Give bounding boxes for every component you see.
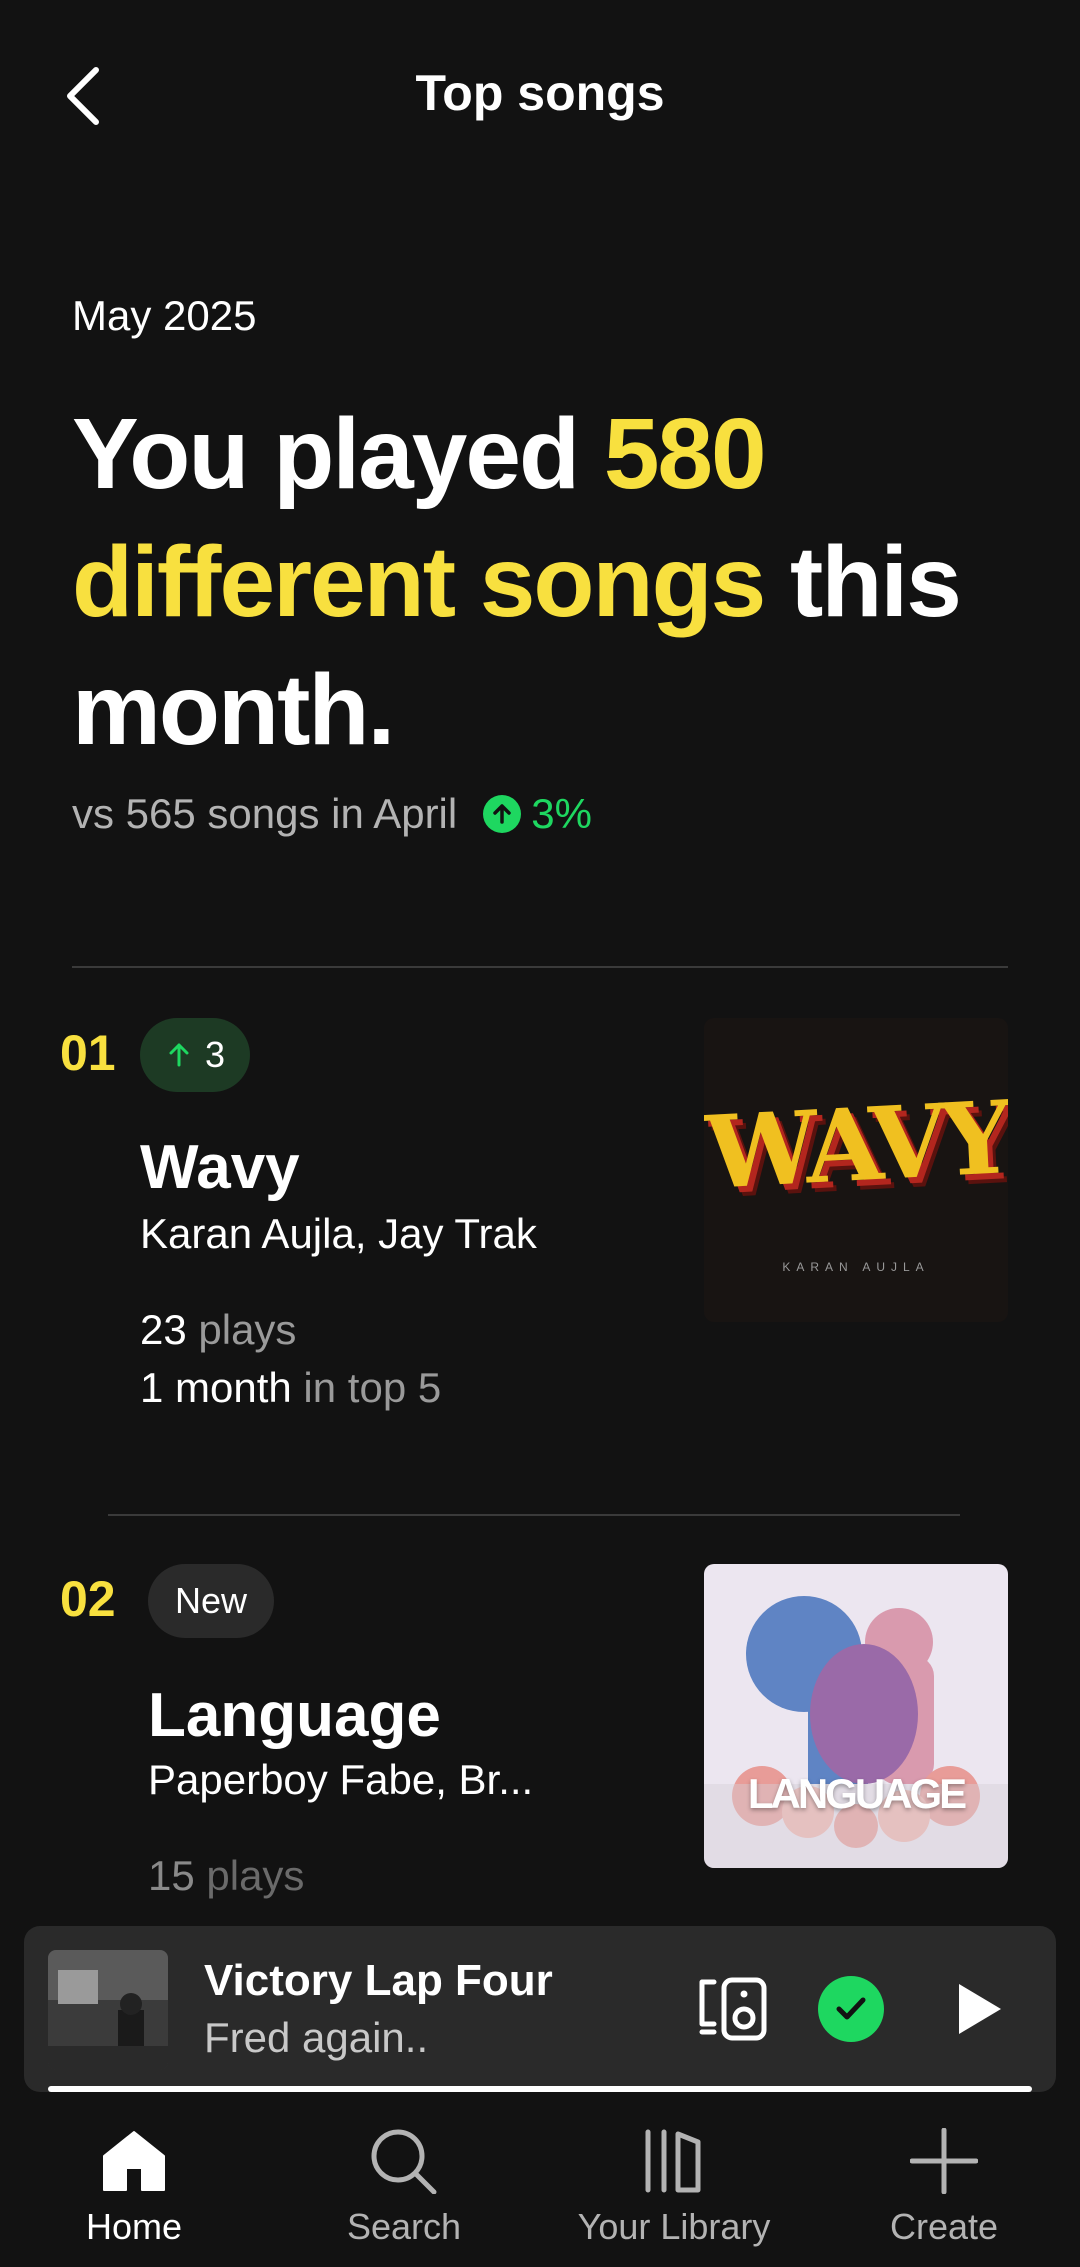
song-title[interactable]: Wavy xyxy=(140,1132,300,1203)
play-button[interactable] xyxy=(946,1976,1012,2042)
playback-progress-bar xyxy=(48,2086,1032,2092)
song-artist[interactable]: Karan Aujla, Jay Trak xyxy=(140,1210,537,1258)
change-percent: 3% xyxy=(531,790,592,837)
song-title[interactable]: Language xyxy=(148,1680,441,1751)
play-icon xyxy=(959,1984,1001,2034)
arrow-up-icon xyxy=(169,1043,189,1067)
month-label: May 2025 xyxy=(72,292,257,339)
nav-library-label: Your Library xyxy=(577,2206,771,2247)
play-count-value: 23 xyxy=(140,1306,187,1353)
play-count: 23 plays xyxy=(140,1306,296,1354)
nav-library[interactable]: Your Library xyxy=(574,2128,774,2248)
now-playing-artwork[interactable] xyxy=(48,1950,168,2070)
connect-device-button[interactable] xyxy=(696,1976,768,2042)
now-playing-title[interactable]: Victory Lap Four xyxy=(204,1956,553,2006)
rank-change-value: 3 xyxy=(204,1034,226,1075)
divider xyxy=(108,1514,960,1516)
top-duration-label: in top 5 xyxy=(291,1364,442,1411)
mini-player[interactable] xyxy=(24,1926,1056,2092)
rank-change-badge: 3 xyxy=(140,1018,250,1092)
saved-check-button[interactable] xyxy=(818,1976,884,2042)
headline: You played 580 different songs this mont… xyxy=(72,390,1032,774)
nav-home[interactable]: Home xyxy=(34,2128,234,2248)
nav-search[interactable]: Search xyxy=(304,2128,504,2248)
song-artist[interactable]: Paperboy Fabe, Br... xyxy=(148,1756,533,1804)
play-count-label: plays xyxy=(186,1306,297,1353)
search-icon xyxy=(371,2129,437,2194)
devices-icon xyxy=(699,1977,767,2041)
comparison-text: vs 565 songs in April xyxy=(72,790,458,837)
album-art[interactable]: LANGUAGE xyxy=(704,1564,1008,1868)
album-art-subtext: KARAN AUJLA xyxy=(782,1260,930,1274)
library-icon xyxy=(645,2129,701,2193)
now-playing-artist[interactable]: Fred again.. xyxy=(204,2014,428,2062)
nav-create-label: Create xyxy=(889,2206,999,2247)
arrow-up-icon xyxy=(483,795,522,833)
play-count-label: plays xyxy=(194,1852,305,1899)
divider xyxy=(72,966,1008,968)
album-art-text: LANGUAGE xyxy=(747,1770,967,1817)
checkmark-icon xyxy=(836,1997,866,2020)
nav-search-label: Search xyxy=(346,2206,462,2247)
top-duration: 1 month in top 5 xyxy=(140,1364,441,1412)
new-badge: New xyxy=(148,1564,274,1638)
rank-number: 02 xyxy=(60,1571,116,1627)
nav-create[interactable]: Create xyxy=(844,2128,1044,2248)
headline-text: You played xyxy=(72,398,604,510)
album-art-text: WAVY xyxy=(704,1078,1008,1212)
change-indicator: 3% xyxy=(483,790,592,838)
home-icon xyxy=(103,2131,165,2191)
page-title: Top songs xyxy=(415,65,665,121)
rank-number: 01 xyxy=(60,1025,116,1081)
nav-home-label: Home xyxy=(85,2206,183,2247)
plus-icon xyxy=(910,2128,978,2194)
play-count-value: 15 xyxy=(148,1852,195,1899)
album-art-illustration xyxy=(704,1596,1008,1868)
album-art[interactable]: WAVY KARAN AUJLA xyxy=(704,1018,1008,1322)
now-playing-thumbnail xyxy=(48,1950,168,2070)
comparison-row: vs 565 songs in April 3% xyxy=(72,790,592,838)
play-count: 15 plays xyxy=(148,1852,304,1900)
top-duration-value: 1 month xyxy=(140,1364,292,1411)
